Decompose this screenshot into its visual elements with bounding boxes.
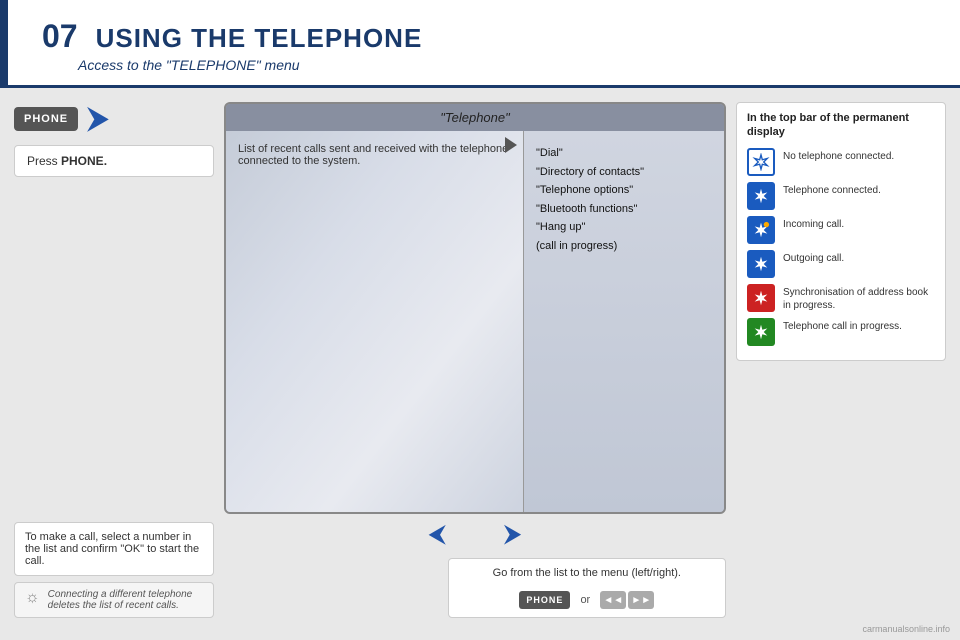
header: 07 USING THE TELEPHONE Access to the "TE… <box>0 0 960 88</box>
watermark: carmanualsonline.info <box>862 624 950 634</box>
play-arrow-icon <box>505 137 517 153</box>
nav-arrow-buttons: ◄◄ ►► <box>600 591 654 609</box>
chapter-number: 07 <box>42 18 78 55</box>
no-phone-icon <box>747 148 775 176</box>
status-call-progress: Telephone call in progress. <box>747 318 935 346</box>
menu-item-bluetooth[interactable]: "Bluetooth functions" <box>536 201 712 218</box>
right-nav-arrow-icon: ⮞ <box>505 521 521 547</box>
status-outgoing-call: Outgoing call. <box>747 250 935 278</box>
main-content: PHONE ⮞ Press PHONE. To make a call, sel… <box>0 88 960 628</box>
no-phone-text: No telephone connected. <box>783 148 894 163</box>
outgoing-call-icon <box>747 250 775 278</box>
permanent-display-box: In the top bar of the permanent display … <box>736 102 946 361</box>
chapter-title: USING THE TELEPHONE <box>96 23 423 54</box>
navigation-arrows-decoration: ⮜ ⮞ <box>224 520 726 548</box>
nav-prev-button[interactable]: ◄◄ <box>600 591 626 609</box>
nav-controls: PHONE or ◄◄ ►► <box>519 591 654 609</box>
header-accent <box>0 0 8 85</box>
incoming-call-icon <box>747 216 775 244</box>
callout-row: Go from the list to the menu (left/right… <box>224 558 726 618</box>
callout-left: To make a call, select a number in the l… <box>14 522 214 576</box>
nav-next-button[interactable]: ►► <box>628 591 654 609</box>
menu-item-hangup[interactable]: "Hang up" <box>536 219 712 236</box>
menu-item-options[interactable]: "Telephone options" <box>536 182 712 199</box>
status-sync: Synchronisation of address book in progr… <box>747 284 935 312</box>
left-nav-arrow-icon: ⮜ <box>429 521 445 547</box>
press-phone-instruction: Press PHONE. <box>14 145 214 177</box>
phone-button-row: PHONE ⮞ <box>14 102 214 135</box>
arrow-right-icon: ⮞ <box>88 102 108 135</box>
permanent-display-title: In the top bar of the permanent display <box>747 111 935 140</box>
menu-item-directory[interactable]: "Directory of contacts" <box>536 164 712 181</box>
left-column: PHONE ⮞ Press PHONE. To make a call, sel… <box>14 102 214 618</box>
screen-body: List of recent calls sent and received w… <box>226 131 724 512</box>
lightbulb-icon: ☼ <box>25 589 40 607</box>
screen-right-panel: "Dial" "Directory of contacts" "Telephon… <box>524 131 724 512</box>
call-progress-text: Telephone call in progress. <box>783 318 902 333</box>
callout-right-text: Go from the list to the menu (left/right… <box>493 567 681 579</box>
status-phone-connected: Telephone connected. <box>747 182 935 210</box>
chapter-subtitle: Access to the "TELEPHONE" menu <box>78 57 930 73</box>
nav-or-label: or <box>580 594 590 606</box>
phone-connected-text: Telephone connected. <box>783 182 881 197</box>
note-text: Connecting a different telephone deletes… <box>48 589 203 611</box>
phone-connected-icon <box>747 182 775 210</box>
status-incoming-call: Incoming call. <box>747 216 935 244</box>
screen-left-panel: List of recent calls sent and received w… <box>226 131 524 512</box>
status-no-phone: No telephone connected. <box>747 148 935 176</box>
screen-title: "Telephone" <box>440 110 509 125</box>
callout-right: Go from the list to the menu (left/right… <box>448 558 726 618</box>
call-progress-icon <box>747 318 775 346</box>
menu-item-call-progress: (call in progress) <box>536 238 712 255</box>
screen-title-bar: "Telephone" <box>226 104 724 131</box>
sync-icon <box>747 284 775 312</box>
callout-left-text: To make a call, select a number in the l… <box>25 531 199 567</box>
screen-left-text: List of recent calls sent and received w… <box>238 143 508 167</box>
phone-hw-button[interactable]: PHONE <box>14 107 78 131</box>
screen-mockup: "Telephone" List of recent calls sent an… <box>224 102 726 514</box>
press-phone-bold: PHONE. <box>61 154 107 168</box>
nav-phone-button[interactable]: PHONE <box>519 591 570 609</box>
right-panel: In the top bar of the permanent display … <box>736 102 946 618</box>
note-box: ☼ Connecting a different telephone delet… <box>14 582 214 618</box>
menu-item-dial[interactable]: "Dial" <box>536 145 712 162</box>
press-phone-text: Press <box>27 154 61 168</box>
sync-text: Synchronisation of address book in progr… <box>783 284 935 312</box>
incoming-call-text: Incoming call. <box>783 216 844 231</box>
screen-column: "Telephone" List of recent calls sent an… <box>224 102 726 618</box>
outgoing-call-text: Outgoing call. <box>783 250 844 265</box>
